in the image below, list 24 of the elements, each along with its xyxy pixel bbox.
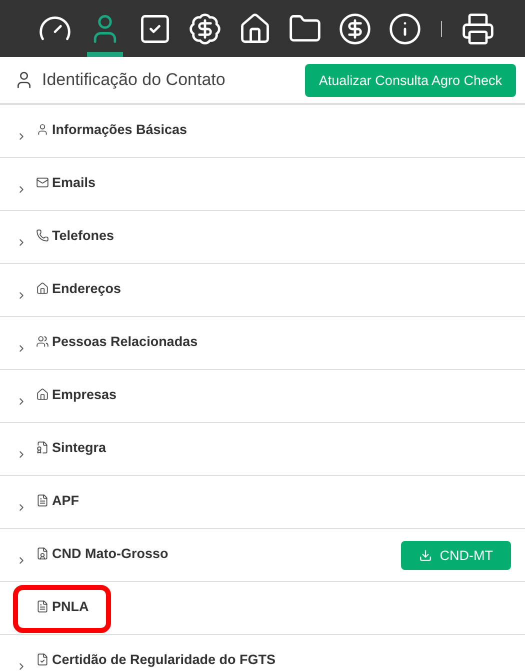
section-label[interactable]: Endereços (52, 280, 122, 296)
section-label[interactable]: Informações Básicas (52, 122, 188, 136)
section-label[interactable]: CND Mato-Grosso (52, 546, 168, 560)
section-title: Identificação do Contato (42, 70, 226, 90)
phone-icon (36, 228, 49, 242)
section-label[interactable]: Emails (52, 174, 96, 190)
mail-icon (36, 176, 49, 188)
home-icon (36, 388, 49, 400)
section-label[interactable]: Sintegra (52, 440, 106, 454)
document-icon (36, 546, 49, 560)
document-icon (36, 600, 49, 612)
section-label[interactable]: PNLA (52, 598, 89, 614)
document-icon (36, 494, 49, 506)
download-icon (418, 548, 432, 562)
section-label[interactable]: Certidão de Regularidade do FGTS (52, 652, 276, 666)
section-label[interactable]: Empresas (52, 386, 117, 402)
section-label[interactable]: APF (52, 492, 79, 508)
user-icon (36, 122, 49, 136)
document-icon (36, 440, 49, 454)
document-icon (36, 652, 49, 666)
section-label[interactable]: Telefones (52, 228, 114, 242)
section-label[interactable]: Pessoas Relacionadas (52, 334, 198, 348)
users-icon (36, 334, 49, 348)
home-icon (36, 282, 49, 294)
